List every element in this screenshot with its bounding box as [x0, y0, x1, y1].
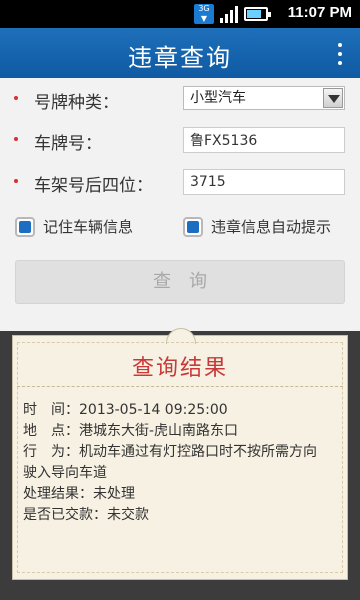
plate-number-label: 车牌号： [34, 134, 102, 154]
status-time: 11:07 PM [287, 4, 352, 21]
result-location: 地 点：港城东大街-虎山南路东口 [23, 423, 239, 439]
checkbox-checked-icon[interactable] [15, 216, 35, 237]
signal-strength-icon [220, 5, 238, 23]
checkbox-checked-icon[interactable] [183, 216, 203, 237]
status-icons: 3G ▼ [194, 4, 271, 24]
required-dot [14, 137, 18, 141]
vin-last4-input[interactable] [183, 169, 345, 195]
result-details: 时 间：2013-05-14 09:25:00 地 点：港城东大街-虎山南路东口… [23, 400, 337, 526]
result-divider [17, 386, 343, 387]
plate-type-value: 小型汽车 [190, 90, 246, 106]
result-payment-status: 是否已交款：未交款 [23, 507, 149, 523]
overflow-menu-icon[interactable] [334, 41, 346, 67]
result-title: 查询结果 [131, 356, 228, 381]
plate-type-row: 号牌种类： 小型汽车 [0, 80, 360, 120]
result-panel: 查询结果 时 间：2013-05-14 09:25:00 地 点：港城东大街-虎… [12, 328, 348, 580]
result-behavior-cont: 驶入导向车道 [23, 465, 107, 481]
dropdown-arrow-icon[interactable] [323, 88, 343, 108]
page-title: 违章查询 [128, 44, 232, 72]
options-row: 记住车辆信息 违章信息自动提示 [0, 214, 360, 240]
required-dot [14, 179, 18, 183]
3g-network-icon: 3G ▼ [194, 4, 214, 24]
plate-number-row: 车牌号： [0, 121, 360, 161]
battery-icon [244, 7, 271, 21]
title-bar: 违章查询 [0, 28, 360, 78]
status-bar: 3G ▼ 11:07 PM [0, 0, 360, 28]
plate-number-input[interactable] [183, 127, 345, 153]
result-time: 时 间：2013-05-14 09:25:00 [23, 402, 228, 418]
plate-type-label: 号牌种类： [34, 93, 119, 113]
required-dot [14, 96, 18, 100]
auto-notify-checkbox[interactable]: 违章信息自动提示 [183, 216, 331, 237]
plate-type-select[interactable]: 小型汽车 [183, 86, 345, 110]
auto-notify-label: 违章信息自动提示 [211, 218, 332, 236]
result-handling-status: 处理结果：未处理 [23, 486, 135, 502]
query-button[interactable]: 查询 [15, 260, 345, 304]
vin-label: 车架号后四位： [34, 176, 153, 196]
remember-vehicle-label: 记住车辆信息 [43, 218, 134, 236]
result-behavior: 行 为：机动车通过有灯控路口时不按所需方向 [23, 444, 317, 460]
vin-row: 车架号后四位： [0, 163, 360, 203]
remember-vehicle-checkbox[interactable]: 记住车辆信息 [15, 216, 133, 237]
